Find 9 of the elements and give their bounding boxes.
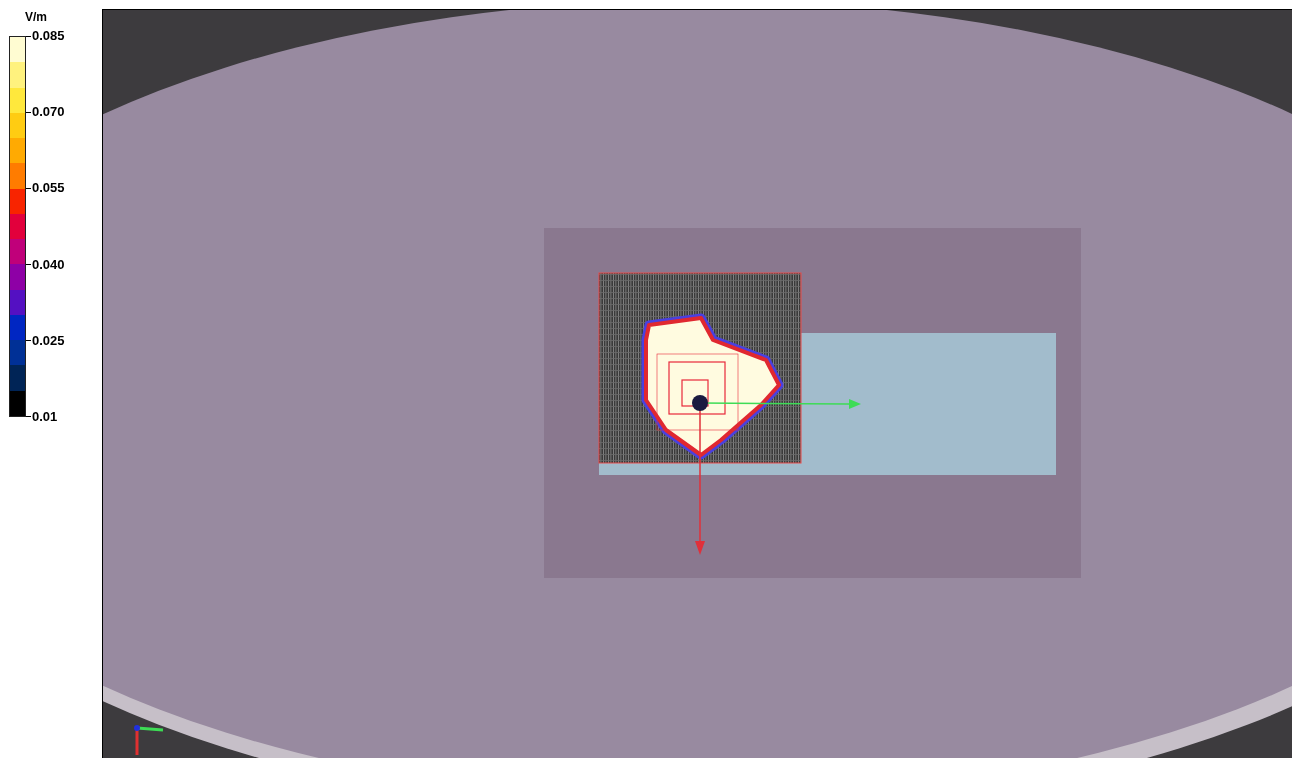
- probe-sphere: [692, 395, 708, 411]
- scale-value: 0.070: [32, 105, 65, 120]
- scale-value: 0.025: [32, 333, 65, 348]
- scale-value: 0.085: [32, 29, 65, 43]
- scale-value: 0.055: [32, 181, 65, 196]
- scale-value: 0.040: [32, 257, 65, 272]
- scale-value: 0.01: [32, 409, 58, 424]
- unit-label: V/m: [25, 10, 48, 24]
- orientation-axes-icon: [134, 725, 164, 755]
